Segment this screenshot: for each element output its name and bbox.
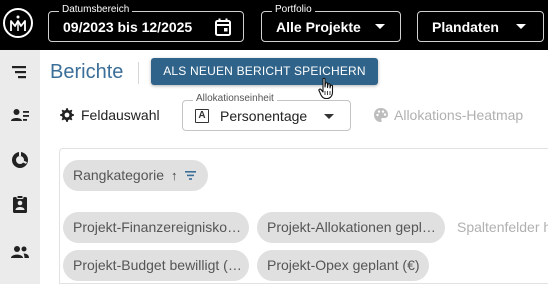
- column-chip-finance-events[interactable]: Projekt-Finanzereignisko…: [63, 212, 249, 243]
- portfolio-value: Alle Projekte: [276, 19, 361, 35]
- filter-lines-icon[interactable]: [185, 171, 196, 180]
- allocation-heatmap-label: Allokations-Heatmap: [394, 107, 524, 123]
- sort-ascending-icon[interactable]: ↑: [171, 160, 178, 191]
- field-selection-button[interactable]: Feldauswahl: [59, 105, 160, 125]
- rank-category-chip[interactable]: Rangkategorie ↑: [63, 160, 208, 191]
- sidebar: [0, 50, 40, 284]
- palette-icon: [374, 108, 388, 122]
- rank-category-label: Rangkategorie: [73, 167, 165, 183]
- report-fields-panel: Rangkategorie ↑ Projekt-Finanzereignisko…: [59, 148, 548, 284]
- main-content: Berichte ALS NEUEN BERICHT SPEICHERN Fel…: [40, 50, 548, 284]
- column-chip-opex-planned[interactable]: Projekt-Opex geplant (€): [257, 250, 429, 281]
- chevron-down-icon: [375, 24, 385, 29]
- allocation-unit-select[interactable]: Allokationseinheit A Personentage: [182, 93, 351, 131]
- calendar-icon[interactable]: [215, 18, 231, 36]
- date-range-field[interactable]: Datumsbereich 09/2023 bis 12/2025: [48, 4, 244, 42]
- portfolio-label: Portfolio: [272, 4, 315, 16]
- list-filter-icon[interactable]: [10, 62, 30, 82]
- app-window: Datumsbereich 09/2023 bis 12/2025 Portfo…: [0, 0, 548, 284]
- hand-cursor-icon: [318, 77, 334, 100]
- logo-glyph-icon: [10, 15, 26, 31]
- field-selection-label: Feldauswahl: [81, 107, 160, 123]
- chevron-down-icon: [516, 24, 526, 29]
- title-divider: [138, 62, 139, 84]
- top-bar: Datumsbereich 09/2023 bis 12/2025 Portfo…: [0, 0, 548, 50]
- column-chip-budget-approved[interactable]: Projekt-Budget bewilligt (…: [63, 250, 249, 281]
- people-icon[interactable]: [10, 242, 30, 262]
- save-as-new-report-button[interactable]: ALS NEUEN BERICHT SPEICHERN: [151, 58, 378, 85]
- date-range-value: 09/2023 bis 12/2025: [63, 19, 193, 35]
- date-range-label: Datumsbereich: [59, 4, 133, 16]
- page-title: Berichte: [50, 61, 124, 83]
- column-chip-allocations-planned[interactable]: Projekt-Allokationen gepl…: [257, 212, 445, 243]
- gear-icon: [60, 108, 74, 122]
- user-list-icon[interactable]: [10, 106, 30, 126]
- data-mode-value: Plandaten: [432, 19, 499, 35]
- app-logo[interactable]: [3, 8, 33, 38]
- allocation-unit-label: Allokationseinheit: [193, 93, 277, 105]
- allocation-heatmap-button[interactable]: Allokations-Heatmap: [373, 105, 523, 125]
- clipboard-user-icon[interactable]: [10, 194, 30, 214]
- data-mode-select[interactable]: Plandaten: [417, 11, 544, 42]
- text-box-icon: A: [195, 109, 209, 123]
- column-fields-hint: Spaltenfelder h: [457, 219, 548, 235]
- allocation-unit-value: Personentage: [220, 108, 308, 124]
- portfolio-select[interactable]: Portfolio Alle Projekte: [261, 4, 401, 42]
- donut-chart-icon[interactable]: [10, 150, 30, 170]
- chevron-down-icon: [324, 114, 334, 119]
